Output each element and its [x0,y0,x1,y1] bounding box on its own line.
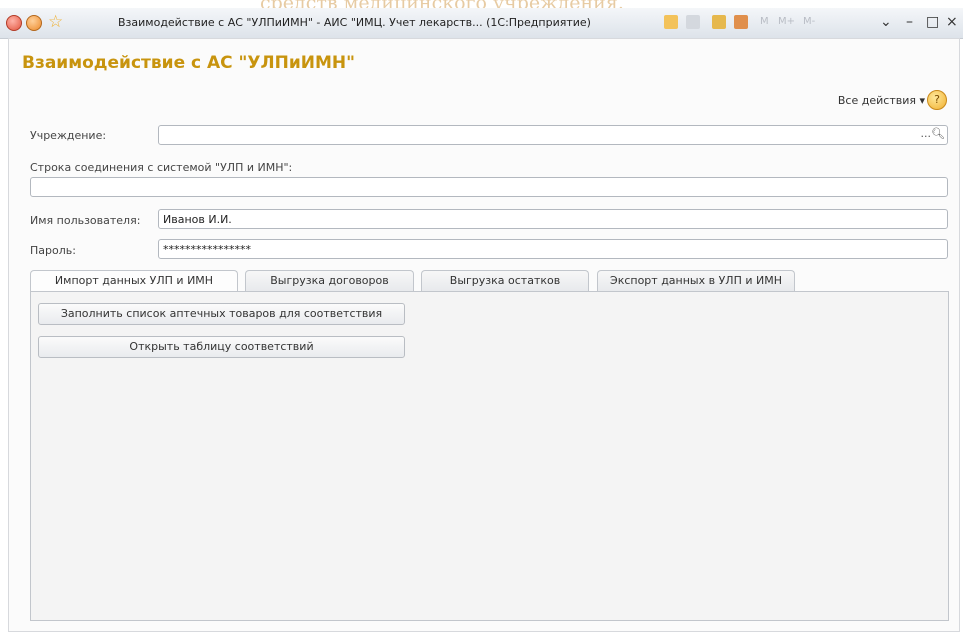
printer-icon[interactable] [686,15,700,29]
memory-button[interactable]: M [760,16,769,27]
favorite-star-icon[interactable]: ☆ [48,12,63,32]
page-title: Взаимодействие с АС "УЛПиИМН" [22,53,356,73]
tab-balances[interactable]: Выгрузка остатков [421,270,589,292]
tab-import[interactable]: Импорт данных УЛП и ИМН [30,270,238,293]
institution-field[interactable]: ...🔍︎ [158,125,948,145]
back-icon[interactable] [6,15,22,31]
memory-plus-button[interactable]: M+ [778,16,795,27]
tab-export[interactable]: Экспорт данных в УЛП и ИМН [597,270,795,292]
user-label: Имя пользователя: [30,214,141,227]
search-icon: 🔍︎ [931,127,945,140]
user-field[interactable]: Иванов И.И. [158,209,948,229]
password-field[interactable]: **************** [158,239,948,259]
institution-label: Учреждение: [30,129,107,142]
all-actions-menu[interactable]: Все действия ▾ [838,94,925,107]
forward-icon[interactable] [26,15,42,31]
institution-select-button[interactable]: ...🔍︎ [921,127,945,140]
window-title: Взаимодействие с АС "УЛПиИМН" - АИС "ИМЦ… [118,16,591,29]
home-icon[interactable] [664,15,678,29]
memory-minus-button[interactable]: M- [803,16,815,27]
open-table-button[interactable]: Открыть таблицу соответствий [38,336,405,358]
tab-contracts[interactable]: Выгрузка договоров [245,270,414,292]
connection-field[interactable] [30,177,948,197]
calculator-icon[interactable] [734,15,748,29]
dropdown-button[interactable]: ⌄ [880,14,892,30]
fill-list-button[interactable]: Заполнить список аптечных товаров для со… [38,303,405,325]
close-button[interactable]: × [946,14,958,30]
password-label: Пароль: [30,244,76,257]
minimize-button[interactable]: – [906,14,913,30]
window-titlebar: ☆ Взаимодействие с АС "УЛПиИМН" - АИС "И… [0,8,963,39]
connection-label: Строка соединения с системой "УЛП и ИМН"… [30,161,293,174]
copy-icon[interactable] [712,15,726,29]
help-icon[interactable]: ? [927,90,947,110]
maximize-button[interactable]: □ [926,14,939,30]
